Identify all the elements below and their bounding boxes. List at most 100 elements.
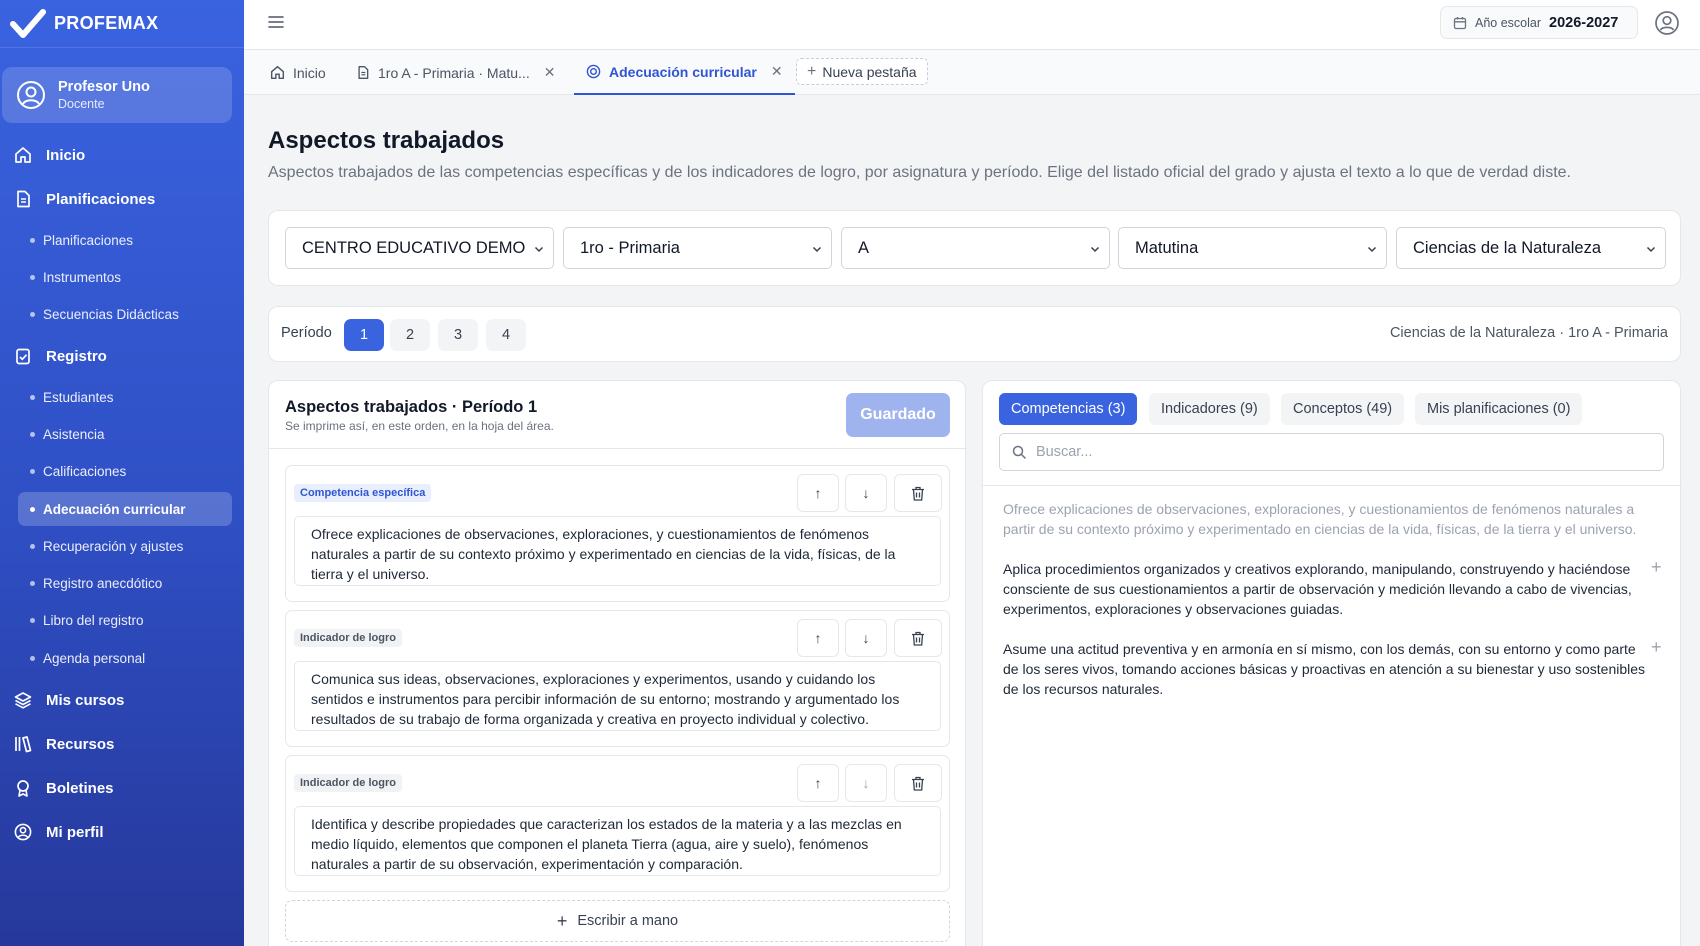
move-up-button[interactable]: ↑ — [797, 474, 839, 512]
centro-select[interactable]: CENTRO EDUCATIVO DEMO — [285, 227, 554, 269]
sidebar-item-recursos[interactable]: Recursos — [14, 730, 114, 758]
sidebar-item-inicio[interactable]: Inicio — [14, 141, 85, 169]
select-value: A — [858, 238, 870, 257]
tab-label: 1ro A - Primaria · Matu... — [378, 64, 530, 81]
sidebar-subitem-adecuacion[interactable]: Adecuación curricular — [18, 492, 232, 526]
move-up-button[interactable]: ↑ — [797, 764, 839, 802]
sidebar-subitem-anecdotico[interactable]: Registro anecdótico — [18, 566, 232, 600]
sidebar-item-mi-perfil[interactable]: Mi perfil — [14, 818, 104, 846]
delete-button[interactable] — [894, 474, 942, 512]
tab-conceptos[interactable]: Conceptos (49) — [1281, 393, 1405, 425]
item-text-field[interactable]: Ofrece explicaciones de observaciones, e… — [294, 516, 941, 586]
user-card[interactable]: Profesor Uno Docente — [2, 67, 232, 123]
suggestion-item-used: Ofrece explicaciones de observaciones, e… — [1003, 501, 1637, 537]
search-input[interactable] — [1036, 444, 1636, 460]
periodo-button-1[interactable]: 1 — [344, 319, 384, 351]
move-up-button[interactable]: ↑ — [797, 619, 839, 657]
home-icon — [15, 147, 31, 163]
sidebar-subitem-estudiantes[interactable]: Estudiantes — [18, 380, 232, 414]
asignatura-select[interactable]: Ciencias de la Naturaleza — [1396, 227, 1666, 269]
hamburger-menu-icon — [268, 16, 284, 28]
write-manually-label: Escribir a mano — [577, 913, 679, 929]
sidebar-subitem-label: Estudiantes — [43, 389, 114, 405]
move-down-button[interactable]: ↓ — [845, 764, 887, 802]
periodo-context: Ciencias de la Naturaleza · 1ro A - Prim… — [1389, 325, 1668, 341]
sidebar-subitem-label: Secuencias Didácticas — [43, 306, 179, 322]
bullet-icon — [30, 311, 35, 317]
filters-card: CENTRO EDUCATIVO DEMO 1ro - Primaria A M… — [268, 210, 1681, 286]
sidebar-subitem-asistencia[interactable]: Asistencia — [18, 417, 232, 451]
page-title: Aspectos trabajados — [268, 127, 505, 154]
document-icon — [358, 66, 369, 79]
user-avatar-icon — [17, 81, 45, 109]
suggestion-item[interactable]: Aplica procedimientos organizados y crea… — [1003, 559, 1653, 619]
item-text-field[interactable]: Identifica y describe propiedades que ca… — [294, 806, 941, 876]
bullet-icon — [30, 237, 35, 243]
plus-icon: + — [556, 910, 568, 931]
user-role: Docente — [58, 97, 105, 111]
bullet-icon — [30, 617, 35, 623]
tab-mis-planificaciones[interactable]: Mis planificaciones (0) — [1415, 393, 1583, 425]
sidebar-subitem-calificaciones[interactable]: Calificaciones — [18, 454, 232, 488]
tab-curso[interactable]: 1ro A - Primaria · Matu... ✕ — [356, 50, 555, 95]
close-tab-icon[interactable]: ✕ — [771, 63, 783, 80]
move-down-button[interactable]: ↓ — [845, 474, 887, 512]
delete-button[interactable] — [894, 619, 942, 657]
tab-bar: Inicio 1ro A - Primaria · Matu... ✕ Adec… — [244, 50, 1700, 95]
sidebar-subitem-label: Calificaciones — [43, 463, 127, 479]
sidebar-subitem-instrumentos[interactable]: Instrumentos — [18, 260, 232, 294]
sidebar: PROFEMAX Profesor Uno Docente Inicio Pla… — [0, 0, 244, 946]
add-suggestion-button[interactable]: + — [1651, 557, 1662, 578]
move-down-button[interactable]: ↓ — [845, 619, 887, 657]
tanda-select[interactable]: Matutina — [1118, 227, 1387, 269]
layers-icon — [14, 692, 32, 709]
account-button[interactable] — [1654, 10, 1680, 36]
periodo-button-3[interactable]: 3 — [438, 319, 478, 351]
suggestion-item[interactable]: Asume una actitud preventiva y en armoní… — [1003, 639, 1653, 699]
panel-title: Aspectos trabajados · Período 1 — [285, 398, 538, 416]
sidebar-subitem-libro[interactable]: Libro del registro — [18, 603, 232, 637]
periodo-button-4[interactable]: 4 — [486, 319, 526, 351]
item-text-field[interactable]: Comunica sus ideas, observaciones, explo… — [294, 661, 941, 731]
sidebar-subitem-planificaciones[interactable]: Planificaciones — [18, 223, 232, 257]
write-manually-button[interactable]: + Escribir a mano — [285, 900, 950, 942]
tab-competencias[interactable]: Competencias (3) — [999, 393, 1138, 425]
sidebar-item-boletines[interactable]: Boletines — [14, 774, 114, 802]
select-value: 1ro - Primaria — [580, 238, 680, 257]
sidebar-item-label: Mis cursos — [46, 691, 125, 709]
sidebar-subitem-label: Agenda personal — [43, 650, 146, 666]
tab-inicio[interactable]: Inicio — [270, 50, 326, 95]
sidebar-subitem-label: Libro del registro — [43, 612, 144, 628]
delete-button[interactable] — [894, 764, 942, 802]
new-tab-button[interactable]: + Nueva pestaña — [796, 58, 928, 85]
brand[interactable]: PROFEMAX — [0, 0, 244, 48]
close-tab-icon[interactable]: ✕ — [544, 64, 556, 81]
sidebar-item-registro[interactable]: Registro — [14, 342, 107, 370]
periodo-label: Período — [281, 325, 332, 341]
sidebar-item-planificaciones[interactable]: Planificaciones — [14, 185, 155, 213]
aspectos-panel: Aspectos trabajados · Período 1 Se impri… — [268, 380, 967, 946]
tab-adecuacion-curricular[interactable]: Adecuación curricular ✕ — [574, 50, 795, 95]
school-year-selector[interactable]: Año escolar 2026-2027 — [1440, 6, 1638, 39]
sidebar-subitem-label: Asistencia — [43, 426, 105, 442]
sidebar-subitem-agenda[interactable]: Agenda personal — [18, 641, 232, 675]
topbar: Año escolar 2026-2027 — [244, 0, 1700, 50]
arrow-up-icon: ↑ — [814, 775, 822, 791]
periodo-button-2[interactable]: 2 — [390, 319, 430, 351]
divider — [269, 448, 967, 449]
arrow-down-icon: ↓ — [862, 775, 870, 791]
search-field[interactable] — [999, 433, 1664, 471]
sidebar-subitem-recuperacion[interactable]: Recuperación y ajustes — [18, 529, 232, 563]
panel-subtitle: Se imprime así, en este orden, en la hoj… — [285, 419, 554, 433]
seccion-select[interactable]: A — [841, 227, 1110, 269]
grado-select[interactable]: 1ro - Primaria — [563, 227, 832, 269]
saved-button[interactable]: Guardado — [846, 393, 950, 437]
add-suggestion-button[interactable]: + — [1651, 637, 1662, 658]
search-icon — [1012, 445, 1026, 459]
menu-toggle-button[interactable] — [268, 14, 284, 30]
sidebar-item-mis-cursos[interactable]: Mis cursos — [14, 686, 124, 714]
trash-icon — [912, 486, 924, 501]
sidebar-subitem-secuencias[interactable]: Secuencias Didácticas — [18, 297, 232, 331]
tab-indicadores[interactable]: Indicadores (9) — [1149, 393, 1270, 425]
bullet-icon — [30, 543, 35, 549]
